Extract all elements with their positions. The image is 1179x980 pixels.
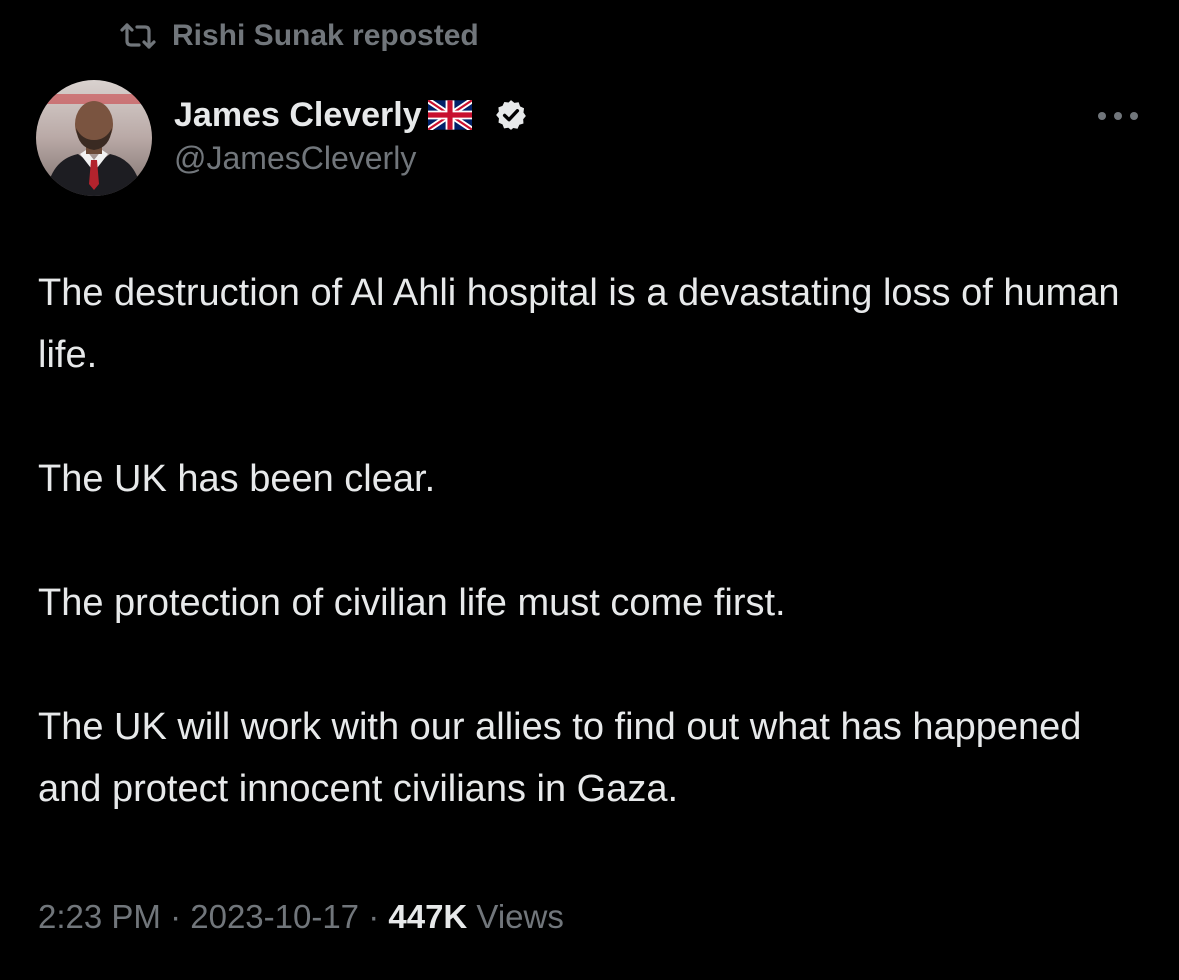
- views-label: Views: [467, 898, 564, 935]
- repost-indicator: Rishi Sunak reposted: [118, 16, 479, 56]
- tweet-time[interactable]: 2:23 PM: [38, 898, 161, 935]
- uk-flag-icon: [426, 97, 474, 133]
- more-options-button[interactable]: [1088, 96, 1148, 136]
- meta-separator: ·: [359, 898, 389, 935]
- more-options-icon: [1098, 112, 1138, 120]
- tweet-date[interactable]: 2023-10-17: [190, 898, 359, 935]
- author-display-name[interactable]: James Cleverly: [174, 96, 422, 135]
- tweet-paragraph: The UK has been clear.: [38, 458, 436, 500]
- author-name-row: James Cleverly: [174, 92, 528, 138]
- tweet-paragraph: The destruction of Al Ahli hospital is a…: [38, 272, 1120, 376]
- tweet-paragraph: The UK will work with our allies to find…: [38, 706, 1082, 810]
- avatar[interactable]: [36, 80, 152, 196]
- verified-badge-icon[interactable]: [494, 98, 528, 132]
- views-count[interactable]: 447K: [388, 898, 467, 935]
- tweet-text: The destruction of Al Ahli hospital is a…: [38, 262, 1148, 820]
- repost-icon: [118, 21, 158, 51]
- tweet-metadata: 2:23 PM · 2023-10-17 · 447K Views: [38, 898, 564, 936]
- meta-separator: ·: [160, 898, 191, 935]
- repost-text[interactable]: Rishi Sunak reposted: [172, 19, 479, 53]
- author-handle[interactable]: @JamesCleverly: [174, 140, 416, 177]
- tweet-paragraph: The protection of civilian life must com…: [38, 582, 786, 624]
